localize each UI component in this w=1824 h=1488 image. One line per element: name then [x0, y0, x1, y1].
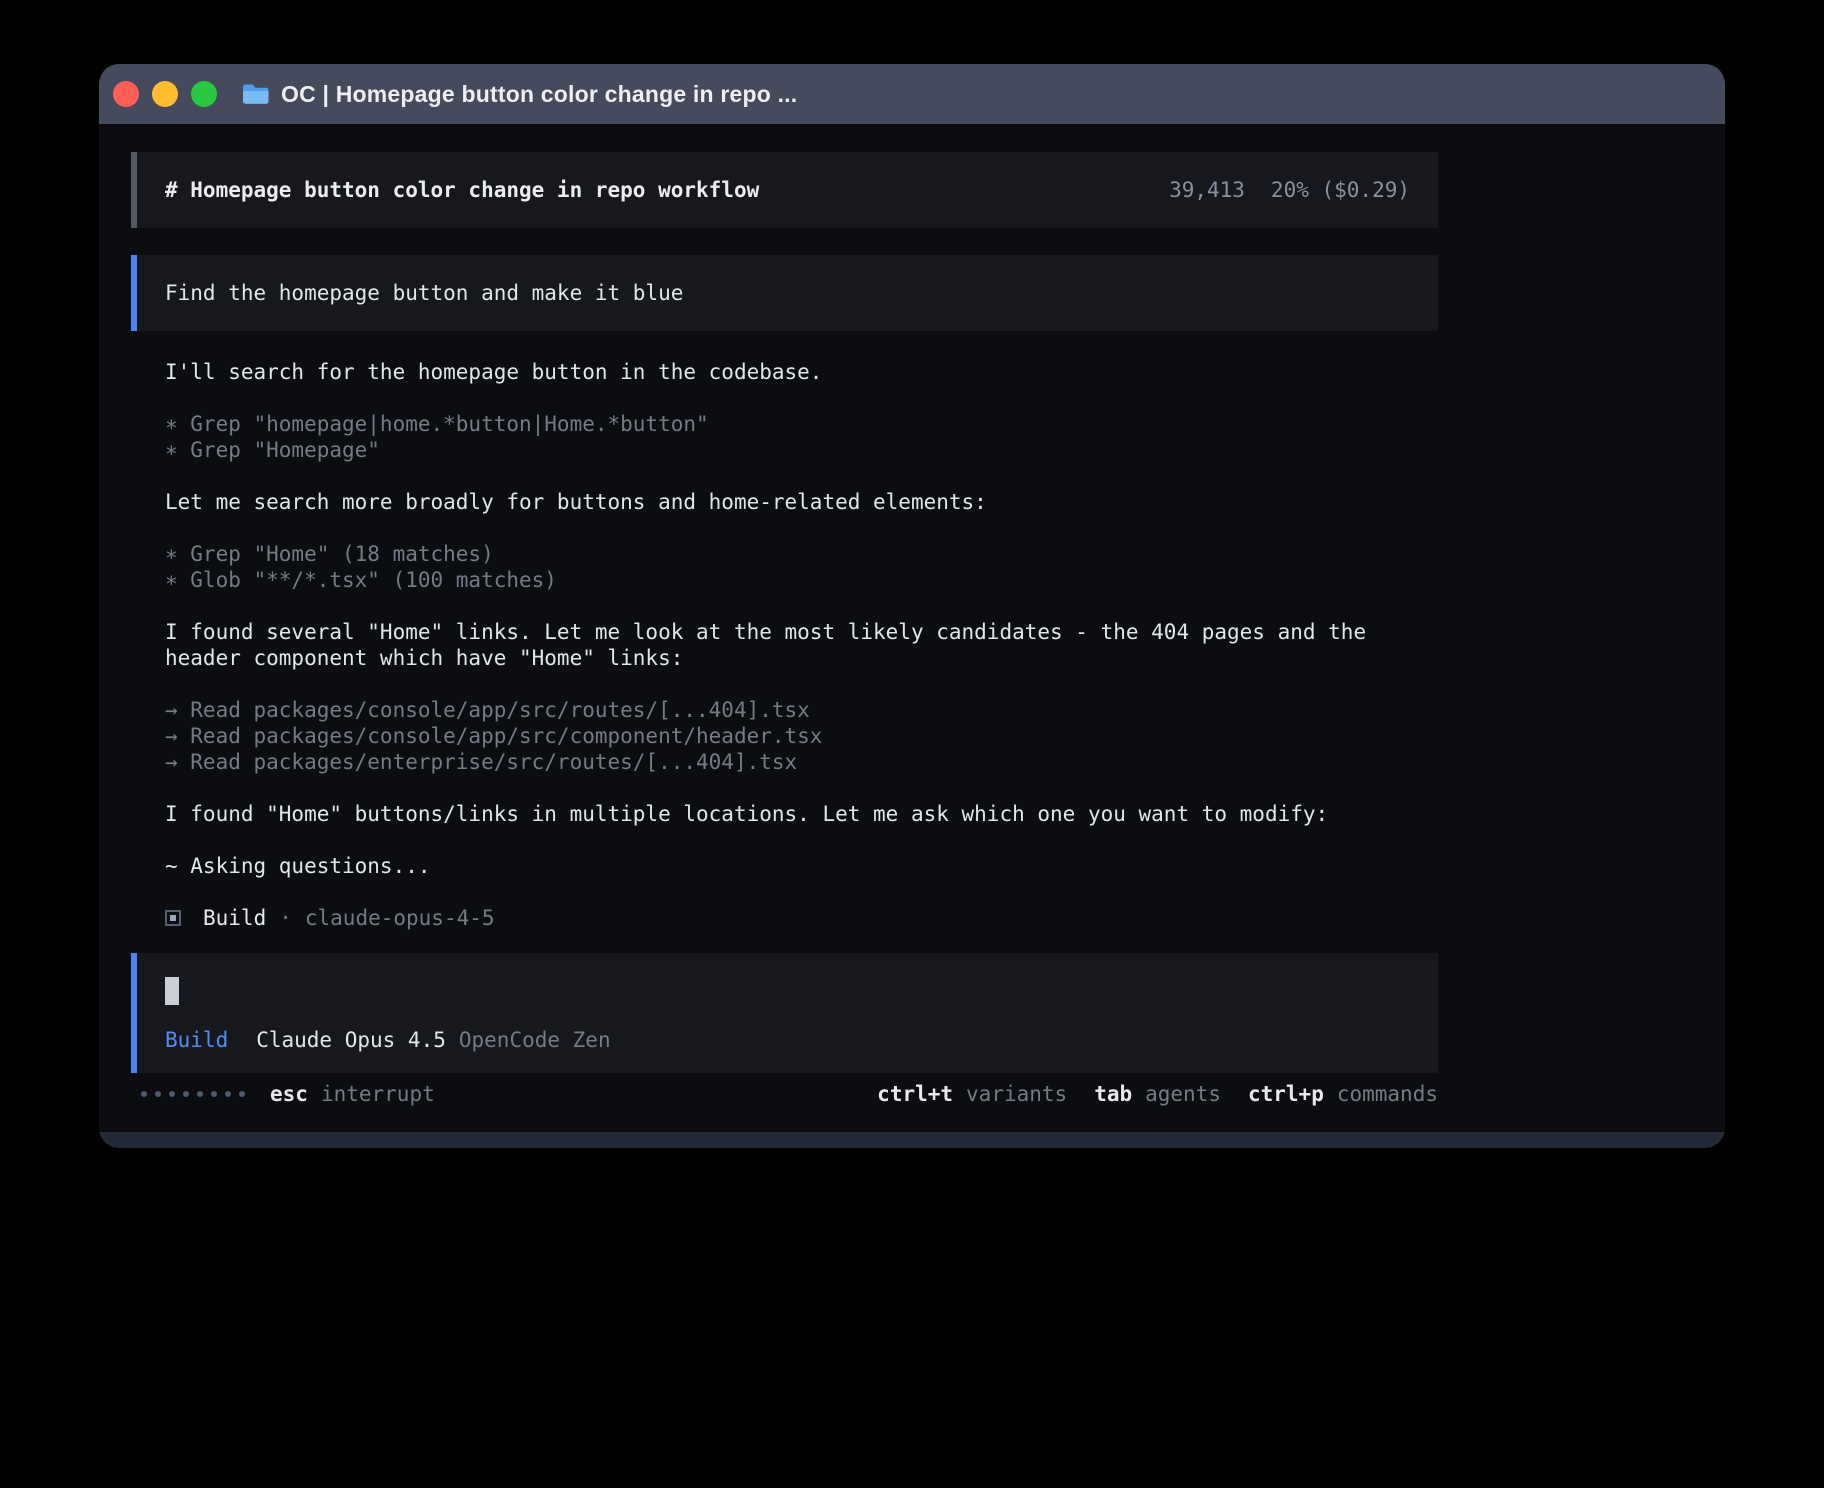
assistant-text: I'll search for the homepage button in t… — [165, 359, 1404, 385]
separator-dot: · — [279, 905, 292, 931]
tool-call-grep: ∗ Grep "Home" (18 matches) — [165, 541, 1404, 567]
terminal-content: # Homepage button color change in repo w… — [99, 124, 1725, 1132]
window-bottom-chrome — [99, 1132, 1725, 1148]
input-footer: Build Claude Opus 4.5 OpenCode Zen — [165, 1027, 1410, 1053]
tool-call-grep: ∗ Grep "Homepage" — [165, 437, 1404, 463]
status-bar: esc interrupt ctrl+t variants tab agents — [131, 1081, 1438, 1107]
activity-dot — [141, 1091, 147, 1097]
activity-dots — [141, 1091, 245, 1097]
user-message: Find the homepage button and make it blu… — [131, 255, 1438, 331]
activity-dot — [211, 1091, 217, 1097]
activity-dot — [197, 1091, 203, 1097]
text-cursor — [165, 977, 179, 1005]
status-bar-right: ctrl+t variants tab agents ctrl+p comman… — [877, 1081, 1438, 1107]
agent-icon — [165, 910, 181, 926]
activity-dot — [155, 1091, 161, 1097]
model-provider-label: OpenCode Zen — [459, 1027, 611, 1053]
shortcut-label: agents — [1145, 1081, 1221, 1107]
shortcut-label: commands — [1337, 1081, 1438, 1107]
activity-dot — [169, 1091, 175, 1097]
tool-call-group: ∗ Grep "homepage|home.*button|Home.*butt… — [165, 411, 1404, 463]
close-button[interactable] — [113, 81, 139, 107]
context-usage: 20% ($0.29) — [1271, 177, 1410, 203]
working-status: ~ Asking questions... — [165, 853, 1404, 879]
tool-call-read: → Read packages/enterprise/src/routes/[.… — [165, 749, 1404, 775]
tool-call-group: ∗ Grep "Home" (18 matches) ∗ Glob "**/*.… — [165, 541, 1404, 593]
tool-call-read: → Read packages/console/app/src/routes/[… — [165, 697, 1404, 723]
tool-call-group: → Read packages/console/app/src/routes/[… — [165, 697, 1404, 775]
assistant-text: Let me search more broadly for buttons a… — [165, 489, 1404, 515]
tool-call-read: → Read packages/console/app/src/componen… — [165, 723, 1404, 749]
activity-dot — [225, 1091, 231, 1097]
shortcut-variants: ctrl+t variants — [877, 1081, 1067, 1107]
traffic-lights — [113, 81, 217, 107]
token-count: 39,413 — [1169, 177, 1245, 203]
tool-call-grep: ∗ Grep "homepage|home.*button|Home.*butt… — [165, 411, 1404, 437]
esc-action-label: interrupt — [321, 1081, 435, 1107]
activity-dot — [183, 1091, 189, 1097]
session-stats: 39,413 20% ($0.29) — [1169, 177, 1410, 203]
zoom-button[interactable] — [191, 81, 217, 107]
desktop-background: OC | Homepage button color change in rep… — [0, 0, 1824, 1488]
window-title: OC | Homepage button color change in rep… — [281, 81, 797, 108]
minimize-button[interactable] — [152, 81, 178, 107]
folder-icon — [241, 82, 269, 106]
model-name-label: Claude Opus 4.5 — [256, 1027, 446, 1053]
esc-key-hint: esc — [270, 1081, 308, 1107]
shortcut-key: ctrl+p — [1248, 1081, 1324, 1107]
shortcut-label: variants — [966, 1081, 1067, 1107]
agent-model: claude-opus-4-5 — [305, 905, 495, 931]
shortcut-key: ctrl+t — [877, 1081, 953, 1107]
tool-call-glob: ∗ Glob "**/*.tsx" (100 matches) — [165, 567, 1404, 593]
status-bar-left: esc interrupt — [131, 1081, 435, 1107]
prompt-input[interactable]: Build Claude Opus 4.5 OpenCode Zen — [131, 953, 1438, 1073]
assistant-text: I found "Home" buttons/links in multiple… — [165, 801, 1404, 827]
user-message-text: Find the homepage button and make it blu… — [165, 281, 683, 305]
shortcut-commands: ctrl+p commands — [1248, 1081, 1438, 1107]
shortcut-key: tab — [1094, 1081, 1132, 1107]
assistant-text: I found several "Home" links. Let me loo… — [165, 619, 1404, 671]
session-title: # Homepage button color change in repo w… — [165, 177, 759, 203]
agent-mode-label: Build — [165, 1027, 228, 1053]
agent-name: Build — [203, 905, 266, 931]
session-header: # Homepage button color change in repo w… — [131, 152, 1438, 228]
shortcut-agents: tab agents — [1094, 1081, 1221, 1107]
activity-dot — [239, 1091, 245, 1097]
agent-status-line: Build · claude-opus-4-5 — [165, 905, 1404, 931]
terminal-window: OC | Homepage button color change in rep… — [99, 64, 1725, 1148]
window-titlebar[interactable]: OC | Homepage button color change in rep… — [99, 64, 1725, 124]
